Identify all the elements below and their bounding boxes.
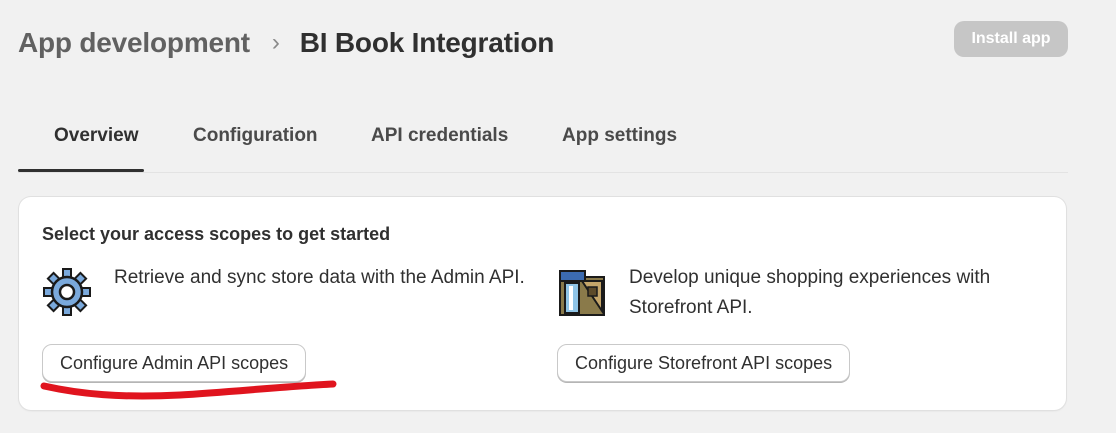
configure-storefront-api-scopes-button[interactable]: Configure Storefront API scopes	[557, 344, 851, 382]
admin-api-description: Retrieve and sync store data with the Ad…	[114, 267, 525, 288]
breadcrumb: App development › BI Book Integration	[18, 22, 554, 64]
access-scopes-card: Select your access scopes to get started…	[19, 197, 1066, 410]
tab-configuration[interactable]: Configuration	[193, 100, 318, 172]
tab-api-credentials[interactable]: API credentials	[371, 100, 508, 172]
configure-admin-api-scopes-button[interactable]: Configure Admin API scopes	[42, 344, 307, 382]
tab-app-settings[interactable]: App settings	[562, 100, 677, 172]
tab-bar: Overview Configuration API credentials A…	[18, 100, 1068, 173]
gear-icon	[43, 268, 91, 316]
card-title: Select your access scopes to get started	[42, 224, 391, 244]
active-tab-indicator	[18, 169, 144, 172]
tab-overview[interactable]: Overview	[54, 100, 139, 172]
storefront-icon	[559, 270, 605, 316]
chevron-right-icon: ›	[271, 29, 280, 56]
install-app-button[interactable]: Install app	[954, 21, 1068, 57]
page-title: BI Book Integration	[299, 27, 555, 58]
breadcrumb-app-development[interactable]: App development	[18, 27, 250, 59]
storefront-api-description: Develop unique shopping experiences with…	[629, 267, 991, 318]
